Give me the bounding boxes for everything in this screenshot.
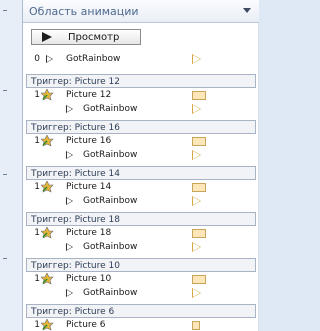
effect-label: GotRainbow — [83, 242, 138, 252]
item-number: 1 — [34, 182, 40, 192]
chevron-down-icon[interactable] — [243, 8, 251, 13]
animation-item[interactable]: GotRainbow — [26, 102, 256, 116]
animation-toolbar: Просмотр — [23, 23, 259, 51]
animation-item[interactable]: GotRainbow — [26, 148, 256, 162]
animation-pane-title-bar: Область анимации — [23, 0, 259, 23]
triangle-outline-icon — [66, 151, 73, 159]
trigger-header[interactable]: Триггер: Picture 18 — [26, 212, 256, 226]
star-figure-icon — [41, 89, 54, 101]
item-number: 0 — [34, 54, 40, 64]
trigger-group: Триггер: Picture 6 1 Picture 6 — [26, 304, 256, 331]
timing-bar — [192, 229, 206, 238]
star-figure-icon — [41, 181, 54, 193]
star-figure-icon — [41, 319, 54, 331]
emphasis-timing-icon — [192, 150, 201, 160]
edge-tick — [3, 174, 7, 175]
triangle-outline-icon — [66, 289, 73, 297]
object-label: Picture 14 — [66, 182, 112, 192]
animation-item[interactable]: 0 GotRainbow — [26, 52, 256, 66]
trigger-header[interactable]: Триггер: Picture 10 — [26, 258, 256, 272]
item-number: 1 — [34, 228, 40, 238]
panel-title: Область анимации — [29, 4, 139, 18]
timing-bar — [192, 275, 206, 284]
star-figure-icon — [41, 135, 54, 147]
trigger-header[interactable]: Триггер: Picture 16 — [26, 120, 256, 134]
animation-item[interactable]: GotRainbow — [26, 194, 256, 208]
trigger-group: Триггер: Picture 16 1 Picture 16 GotRain… — [26, 120, 256, 162]
effect-label: GotRainbow — [83, 288, 138, 298]
object-label: Picture 12 — [66, 90, 112, 100]
play-icon — [42, 32, 52, 42]
animation-item[interactable]: 1 Picture 16 — [26, 134, 256, 148]
trigger-group: Триггер: Picture 18 1 Picture 18 GotRain… — [26, 212, 256, 254]
emphasis-timing-icon — [192, 196, 201, 206]
trigger-header[interactable]: Триггер: Picture 14 — [26, 166, 256, 180]
triangle-outline-icon — [66, 243, 73, 251]
object-label: Picture 16 — [66, 136, 112, 146]
trigger-header[interactable]: Триггер: Picture 12 — [26, 74, 256, 88]
pane-right-border — [258, 23, 259, 331]
edge-tick — [3, 10, 7, 11]
effect-label: GotRainbow — [83, 196, 138, 206]
object-label: Picture 10 — [66, 274, 112, 284]
effect-label: GotRainbow — [83, 104, 138, 114]
effect-label: GotRainbow — [66, 54, 121, 64]
trigger-group: Триггер: Picture 14 1 Picture 14 GotRain… — [26, 166, 256, 208]
trigger-group: Триггер: Picture 10 1 Picture 10 GotRain… — [26, 258, 256, 300]
object-label: Picture 6 — [66, 320, 106, 330]
animation-list: 0 GotRainbow Триггер: Picture 12 1 Pictu… — [26, 52, 256, 331]
triangle-outline-icon — [66, 197, 73, 205]
emphasis-timing-icon — [192, 54, 201, 64]
emphasis-timing-icon — [192, 288, 201, 298]
item-number: 1 — [34, 274, 40, 284]
animation-pane: Область анимации Просмотр 0 GotRainbow Т… — [23, 0, 259, 331]
emphasis-timing-icon — [192, 242, 201, 252]
trigger-group: Триггер: Picture 12 1 Picture 12 GotRain… — [26, 74, 256, 116]
edge-tick — [3, 90, 7, 91]
object-label: Picture 18 — [66, 228, 112, 238]
preview-button-label: Просмотр — [68, 31, 120, 43]
timing-bar — [192, 321, 200, 330]
star-figure-icon — [41, 273, 54, 285]
animation-item[interactable]: 1 Picture 10 — [26, 272, 256, 286]
animation-item[interactable]: 1 Picture 18 — [26, 226, 256, 240]
animation-item[interactable]: 1 Picture 14 — [26, 180, 256, 194]
triangle-outline-icon — [66, 105, 73, 113]
emphasis-timing-icon — [192, 104, 201, 114]
timing-bar — [192, 183, 206, 192]
left-pane-edge — [0, 0, 23, 331]
animation-item[interactable]: 1 Picture 6 — [26, 318, 256, 331]
item-number: 1 — [34, 320, 40, 330]
edge-tick — [3, 258, 7, 259]
item-number: 1 — [34, 90, 40, 100]
item-number: 1 — [34, 136, 40, 146]
animation-item[interactable]: GotRainbow — [26, 240, 256, 254]
animation-item[interactable]: GotRainbow — [26, 286, 256, 300]
animation-item[interactable]: 1 Picture 12 — [26, 88, 256, 102]
timing-bar — [192, 137, 206, 146]
preview-button[interactable]: Просмотр — [31, 29, 141, 45]
trigger-header[interactable]: Триггер: Picture 6 — [26, 304, 256, 318]
effect-label: GotRainbow — [83, 150, 138, 160]
triangle-outline-icon — [46, 55, 53, 63]
timing-bar — [192, 91, 206, 100]
star-figure-icon — [41, 227, 54, 239]
